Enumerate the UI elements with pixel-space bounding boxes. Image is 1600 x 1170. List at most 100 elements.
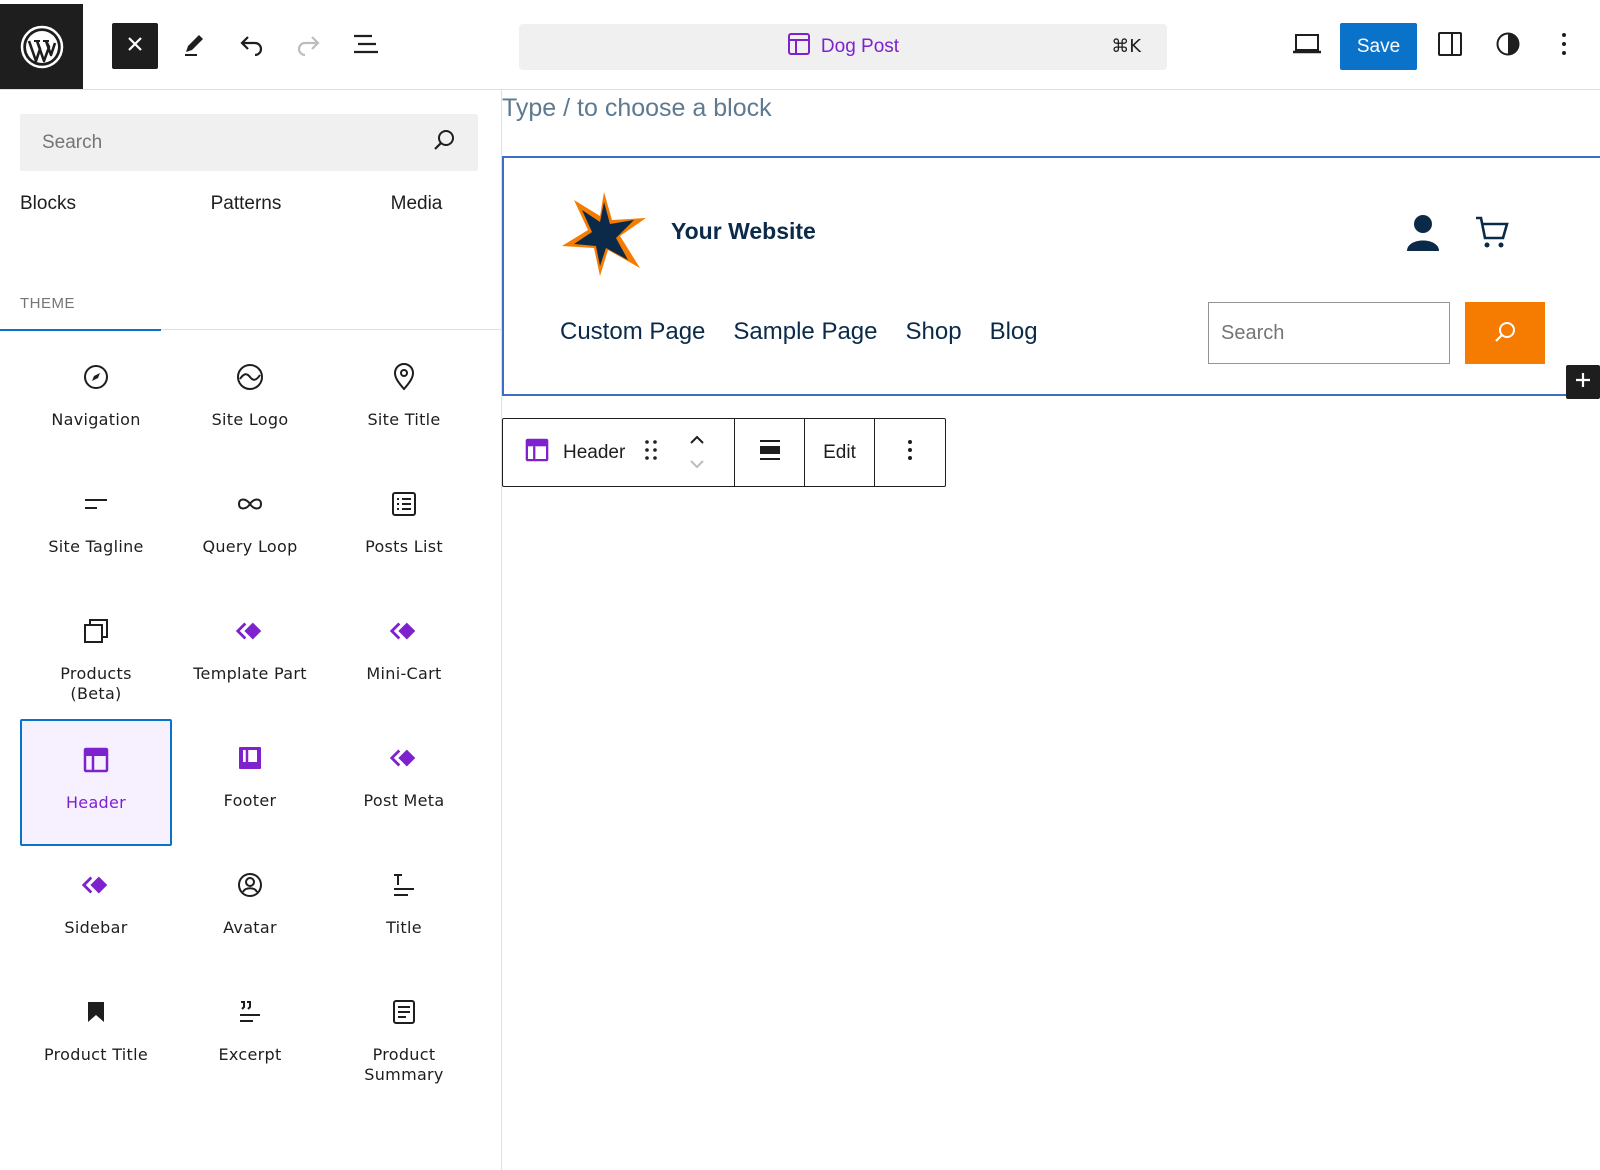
editor-canvas: Type / to choose a block Your Website Cu… <box>502 90 1600 1170</box>
add-block-button[interactable] <box>1566 365 1600 399</box>
bookmark-icon <box>81 997 111 1027</box>
block-label: Site Title <box>367 410 441 429</box>
site-search-button[interactable] <box>1465 302 1545 364</box>
block-mini-cart[interactable]: Mini-Cart <box>328 592 480 719</box>
site-logo-icon <box>235 362 265 392</box>
more-vertical-icon <box>907 439 913 466</box>
search-icon <box>1493 320 1517 347</box>
block-sidebar[interactable]: Sidebar <box>20 846 172 973</box>
block-search-input[interactable] <box>42 131 432 154</box>
block-footer[interactable]: Footer <box>174 719 326 846</box>
title-icon <box>389 870 419 900</box>
plus-icon <box>1574 371 1592 394</box>
block-query-loop[interactable]: Query Loop <box>174 465 326 592</box>
header-icon <box>81 745 111 775</box>
site-title[interactable]: Your Website <box>671 218 816 245</box>
block-product-summary[interactable]: Product Summary <box>328 973 480 1100</box>
block-options-button[interactable] <box>875 419 945 486</box>
command-palette-bar[interactable]: Dog Post ⌘K <box>519 24 1167 70</box>
sidebar-toggle-icon <box>1437 31 1463 62</box>
section-heading-theme: THEME <box>20 295 75 312</box>
nav-link-blog[interactable]: Blog <box>990 318 1038 346</box>
tab-patterns[interactable]: Patterns <box>161 186 331 331</box>
header-template-part[interactable]: Your Website Custom Page Sample Page Sho… <box>502 156 1600 396</box>
undo-button[interactable] <box>234 28 270 64</box>
block-template-part[interactable]: Template Part <box>174 592 326 719</box>
block-switcher[interactable]: Header <box>503 419 735 486</box>
block-site-logo[interactable]: Site Logo <box>174 338 326 465</box>
more-vertical-icon <box>1561 32 1567 61</box>
avatar-icon <box>235 870 265 900</box>
chevron-down-icon[interactable] <box>689 456 705 474</box>
close-inserter-button[interactable] <box>112 23 158 69</box>
block-label: Mini-Cart <box>366 664 442 683</box>
product-summary-icon <box>389 997 419 1027</box>
nav-link-custom-page[interactable]: Custom Page <box>560 318 705 346</box>
save-button[interactable]: Save <box>1340 23 1417 70</box>
block-label: Site Logo <box>211 410 289 429</box>
block-label: Post Meta <box>363 791 445 810</box>
block-grid: Navigation Site Logo Site Title Site Tag… <box>20 338 480 1100</box>
tab-label: Media <box>390 193 443 214</box>
block-placeholder[interactable]: Type / to choose a block <box>502 94 772 123</box>
sidebar-icon <box>81 870 111 900</box>
block-excerpt[interactable]: Excerpt <box>174 973 326 1100</box>
nav-link-sample-page[interactable]: Sample Page <box>733 318 877 346</box>
settings-sidebar-button[interactable] <box>1432 28 1468 64</box>
block-label: Navigation <box>51 410 141 429</box>
redo-button[interactable] <box>290 28 326 64</box>
document-title: Dog Post <box>820 36 900 57</box>
navigation-icon <box>81 362 111 392</box>
inserter-tabs: Blocks Patterns Media <box>0 186 502 331</box>
options-button[interactable] <box>1548 28 1580 64</box>
block-product-title[interactable]: Product Title <box>20 973 172 1100</box>
block-label: Header <box>65 793 127 812</box>
site-search-input[interactable] <box>1208 302 1450 364</box>
close-icon <box>125 34 145 59</box>
template-layout-icon <box>787 32 811 62</box>
post-meta-icon <box>389 743 419 773</box>
block-post-meta[interactable]: Post Meta <box>328 719 480 846</box>
block-label: Posts List <box>365 537 443 556</box>
block-label: Footer <box>223 791 277 810</box>
block-label: Product Title <box>43 1045 149 1064</box>
command-shortcut: ⌘K <box>1111 36 1141 57</box>
block-navigation[interactable]: Navigation <box>20 338 172 465</box>
site-logo-star-icon <box>560 190 648 283</box>
search-icon <box>432 128 456 157</box>
block-site-title[interactable]: Site Title <box>328 338 480 465</box>
nav-link-shop[interactable]: Shop <box>906 318 962 346</box>
block-toolbar: Header Edit <box>502 418 946 487</box>
header-icon <box>525 438 549 467</box>
posts-list-icon <box>389 489 419 519</box>
block-label: Product Summary <box>364 1045 444 1084</box>
align-button[interactable] <box>735 419 805 486</box>
block-posts-list[interactable]: Posts List <box>328 465 480 592</box>
cart-icon[interactable] <box>1474 214 1510 255</box>
chevron-up-icon[interactable] <box>689 432 705 450</box>
footer-icon <box>235 743 265 773</box>
move-controls <box>689 432 705 474</box>
tab-media[interactable]: Media <box>331 186 502 331</box>
contrast-icon <box>1495 31 1521 62</box>
site-navigation: Custom Page Sample Page Shop Blog <box>560 318 1038 346</box>
tools-button[interactable] <box>176 28 212 64</box>
block-header[interactable]: Header <box>20 719 172 846</box>
block-label: Products (Beta) <box>60 664 132 703</box>
account-icon[interactable] <box>1404 213 1442 256</box>
block-title[interactable]: Title <box>328 846 480 973</box>
styles-button[interactable] <box>1490 28 1526 64</box>
inserter-search <box>20 114 478 171</box>
block-label: Avatar <box>223 918 277 937</box>
device-preview-button[interactable] <box>1287 28 1327 64</box>
drag-handle-icon[interactable] <box>645 440 658 465</box>
site-title-icon <box>389 362 419 392</box>
wordpress-logo-icon[interactable] <box>0 4 83 89</box>
block-products-beta[interactable]: Products (Beta) <box>20 592 172 719</box>
block-site-tagline[interactable]: Site Tagline <box>20 465 172 592</box>
mini-cart-icon <box>389 616 419 646</box>
block-avatar[interactable]: Avatar <box>174 846 326 973</box>
site-tagline-icon <box>81 489 111 519</box>
document-overview-button[interactable] <box>348 28 384 64</box>
edit-button[interactable]: Edit <box>805 419 875 486</box>
